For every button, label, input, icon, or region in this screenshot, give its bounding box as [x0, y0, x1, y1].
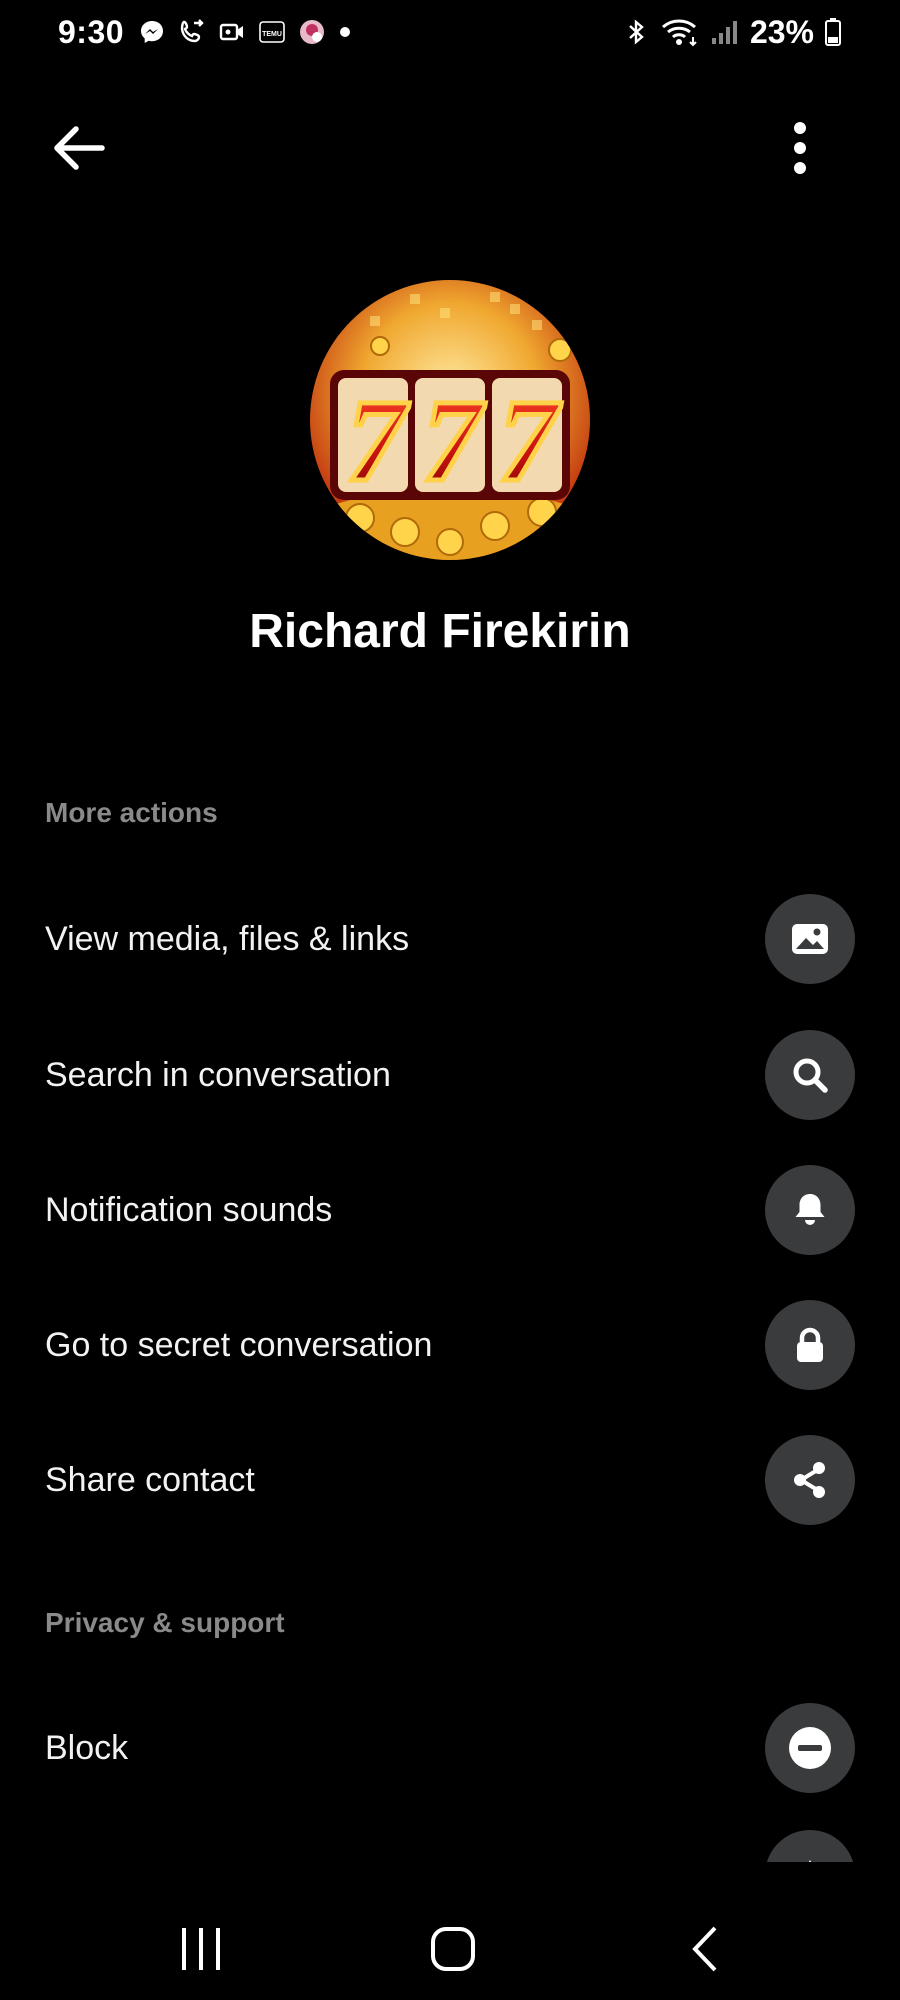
- row-label: Go to secret conversation: [45, 1326, 433, 1364]
- share-icon: [794, 1462, 825, 1498]
- svg-text:7: 7: [423, 375, 486, 506]
- phone-forward-icon: [180, 19, 204, 43]
- svg-text:TEMU: TEMU: [262, 31, 282, 38]
- recents-icon: [182, 1928, 220, 1970]
- go-to-secret-conversation-row[interactable]: Go to secret conversation: [0, 1290, 900, 1400]
- system-nav-bar: [0, 1902, 900, 2000]
- notification-sounds-row[interactable]: Notification sounds: [0, 1155, 900, 1265]
- more-options-button[interactable]: [768, 112, 832, 184]
- more-vertical-icon: [794, 122, 806, 174]
- block-icon: [789, 1727, 831, 1769]
- share-contact-row[interactable]: Share contact: [0, 1425, 900, 1535]
- svg-text:7: 7: [499, 375, 562, 506]
- bell-icon: [795, 1194, 825, 1225]
- search-in-conversation-row[interactable]: Search in conversation: [0, 1020, 900, 1130]
- image-icon-button[interactable]: [765, 894, 855, 984]
- video-icon: [219, 23, 243, 41]
- battery-percent: 23%: [749, 13, 814, 50]
- svg-text:7: 7: [347, 375, 410, 506]
- recents-button[interactable]: [146, 1914, 256, 1984]
- bell-icon-button[interactable]: [765, 1165, 855, 1255]
- block-row[interactable]: Block: [0, 1693, 900, 1803]
- row-label: Notification sounds: [45, 1191, 333, 1229]
- lock-icon-button[interactable]: [765, 1300, 855, 1390]
- nav-back-button[interactable]: [650, 1914, 760, 1984]
- slot-777-image: 7 7 7: [310, 280, 590, 560]
- share-icon-button[interactable]: [765, 1435, 855, 1525]
- back-arrow-icon: [54, 126, 105, 170]
- profile-name: Richard Firekirin: [249, 605, 631, 658]
- image-icon: [792, 924, 828, 954]
- row-label: View media, files & links: [45, 920, 410, 958]
- row-label: Block: [45, 1729, 129, 1767]
- avatar[interactable]: 7 7 7: [310, 280, 590, 560]
- system-status: 23%: [622, 14, 842, 50]
- messenger-icon: [141, 21, 163, 43]
- temu-icon: TEMU: [259, 21, 285, 43]
- home-icon: [431, 1927, 475, 1971]
- nav-back-icon: [692, 1926, 717, 1972]
- section-title-privacy-support: Privacy & support: [45, 1607, 285, 1638]
- wifi-icon: [661, 19, 697, 47]
- block-icon-button[interactable]: [765, 1703, 855, 1793]
- scroll-clip: [0, 1862, 900, 1902]
- battery-icon: [825, 18, 841, 46]
- row-label: Search in conversation: [45, 1056, 391, 1094]
- search-icon: [793, 1058, 828, 1093]
- back-button[interactable]: [46, 116, 110, 180]
- lock-icon: [797, 1327, 823, 1362]
- notification-icons: TEMU: [138, 14, 352, 50]
- bluetooth-icon: [629, 19, 644, 45]
- status-time: 9:30: [58, 14, 125, 50]
- search-icon-button[interactable]: [765, 1030, 855, 1120]
- dot-icon: [340, 27, 350, 37]
- app-avatar-icon: [300, 20, 324, 44]
- signal-icon: [711, 21, 737, 44]
- view-media-files-links-row[interactable]: View media, files & links: [0, 884, 900, 994]
- status-bar: 9:30 TEMU 23%: [0, 0, 900, 66]
- section-title-more-actions: More actions: [45, 797, 218, 828]
- home-button[interactable]: [398, 1914, 508, 1984]
- row-label: Share contact: [45, 1461, 255, 1499]
